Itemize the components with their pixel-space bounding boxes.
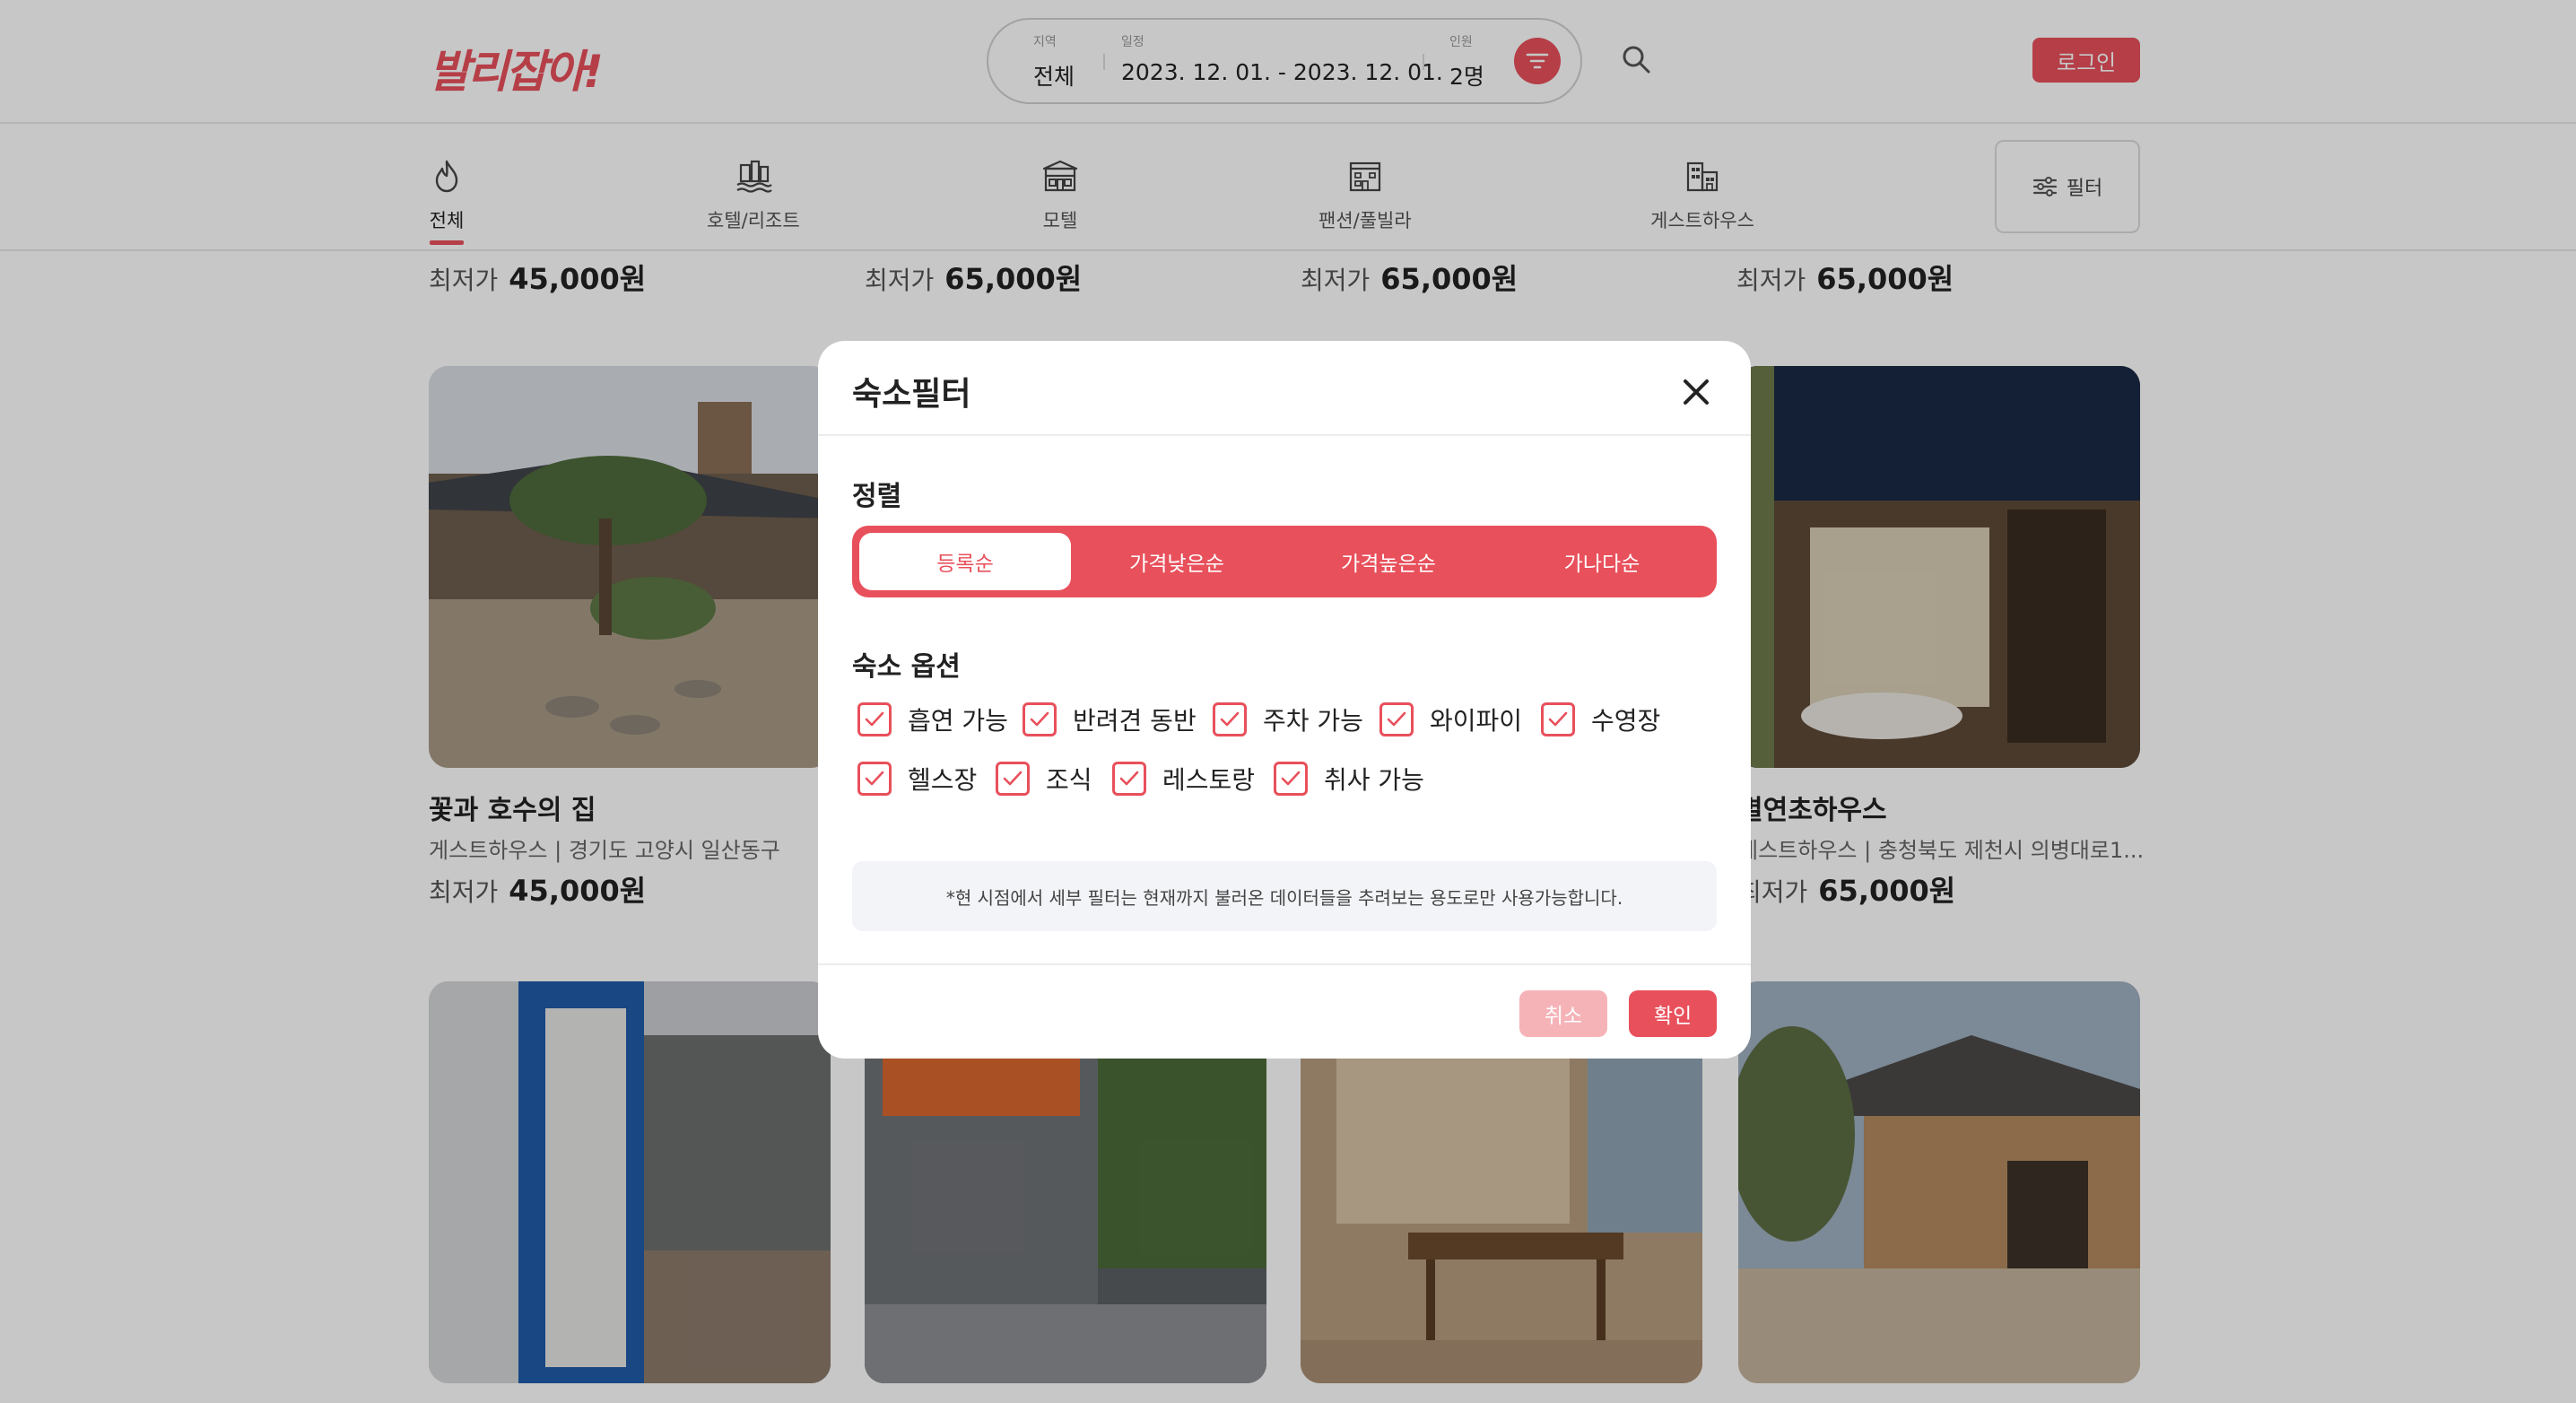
check-icon	[865, 711, 884, 727]
sort-option-price-low[interactable]: 가격낮은순	[1071, 533, 1283, 590]
option-label: 조식	[1046, 765, 1092, 795]
option-wifi[interactable]: 와이파이	[1379, 702, 1522, 737]
option-label: 반려견 동반	[1073, 706, 1197, 736]
option-restaurant[interactable]: 레스토랑	[1112, 761, 1255, 797]
checkbox[interactable]	[857, 762, 892, 796]
sort-segmented-control: 등록순 가격낮은순 가격높은순 가나다순	[852, 526, 1717, 597]
check-icon	[1119, 771, 1139, 786]
confirm-button[interactable]: 확인	[1629, 990, 1717, 1037]
option-label: 와이파이	[1430, 706, 1523, 736]
option-label: 주차 가능	[1263, 706, 1363, 736]
option-label: 레스토랑	[1162, 765, 1256, 795]
close-icon	[1684, 379, 1709, 405]
option-breakfast[interactable]: 조식	[996, 761, 1092, 797]
option-label: 수영장	[1591, 706, 1661, 736]
checkbox[interactable]	[1112, 762, 1146, 796]
option-cooking[interactable]: 취사 가능	[1274, 761, 1424, 797]
checkbox[interactable]	[996, 762, 1030, 796]
checkbox[interactable]	[1023, 702, 1057, 736]
option-label: 취사 가능	[1324, 765, 1424, 795]
option-label: 흡연 가능	[908, 706, 1008, 736]
option-parking[interactable]: 주차 가능	[1213, 702, 1363, 737]
check-icon	[1387, 711, 1406, 727]
checkbox[interactable]	[857, 702, 892, 736]
option-pets[interactable]: 반려견 동반	[1023, 702, 1197, 737]
accommodation-filter-modal: 숙소필터 정렬 등록순 가격낮은순 가격높은순 가나다순 숙소 옵션 흡연 가능…	[818, 341, 1751, 1059]
modal-divider	[818, 434, 1751, 436]
modal-divider	[818, 963, 1751, 965]
check-icon	[1003, 771, 1023, 786]
check-icon	[1030, 711, 1049, 727]
filter-notice: *현 시점에서 세부 필터는 현재까지 불러온 데이터들을 추려보는 용도로만 …	[852, 861, 1717, 931]
check-icon	[1281, 771, 1301, 786]
option-label: 헬스장	[908, 765, 978, 795]
checkbox[interactable]	[1541, 702, 1575, 736]
check-icon	[865, 771, 884, 786]
sort-section-title: 정렬	[852, 481, 902, 512]
check-icon	[1548, 711, 1568, 727]
checkbox[interactable]	[1274, 762, 1308, 796]
close-button[interactable]	[1675, 371, 1717, 413]
check-icon	[1220, 711, 1240, 727]
option-pool[interactable]: 수영장	[1541, 702, 1660, 737]
modal-title: 숙소필터	[852, 376, 971, 413]
cancel-button[interactable]: 취소	[1519, 990, 1607, 1037]
option-smoking[interactable]: 흡연 가능	[857, 702, 1008, 737]
sort-option-alphabetical[interactable]: 가나다순	[1496, 533, 1708, 590]
options-section-title: 숙소 옵션	[852, 651, 961, 683]
option-gym[interactable]: 헬스장	[857, 761, 977, 797]
checkbox[interactable]	[1379, 702, 1414, 736]
checkbox[interactable]	[1213, 702, 1247, 736]
sort-option-price-high[interactable]: 가격높은순	[1283, 533, 1494, 590]
sort-option-registered[interactable]: 등록순	[859, 533, 1071, 590]
